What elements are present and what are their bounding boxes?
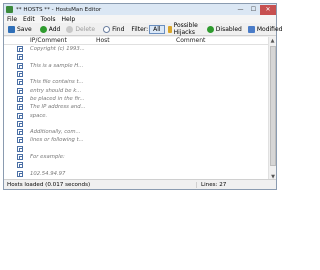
- scrollbar-thumb[interactable]: [270, 46, 276, 166]
- menu-edit[interactable]: Edit: [20, 16, 38, 23]
- magnifier-icon: [103, 25, 111, 33]
- floppy-icon: [8, 25, 15, 33]
- status-line-count: Lines: 27: [196, 181, 276, 188]
- row-checkbox[interactable]: [17, 71, 23, 78]
- row-comment: lines or following t...: [30, 137, 84, 144]
- table-row[interactable]: 102.54.94.97: [4, 169, 270, 177]
- toolbar: Save Add Delete Find Filter: All Possibl…: [4, 22, 282, 36]
- row-comment: This is a sample H...: [30, 62, 84, 69]
- possible-hijacks-label: Possible Hijacks: [173, 22, 198, 36]
- delete-button[interactable]: Delete: [63, 24, 98, 35]
- check-icon: [206, 25, 214, 33]
- save-label: Save: [17, 25, 32, 33]
- menu-help[interactable]: Help: [58, 16, 78, 23]
- possible-hijacks-filter[interactable]: Possible Hijacks: [165, 22, 204, 36]
- row-checkbox[interactable]: [17, 170, 23, 177]
- row-checkbox[interactable]: [17, 129, 23, 136]
- add-button[interactable]: Add: [37, 24, 64, 35]
- row-comment: 102.54.94.97: [30, 170, 66, 177]
- table-row[interactable]: be placed in the fir...: [4, 95, 270, 103]
- scroll-up-icon[interactable]: ▲: [269, 37, 276, 45]
- row-checkbox[interactable]: [17, 54, 23, 61]
- row-comment: This file contains t...: [30, 79, 84, 86]
- disabled-filter[interactable]: Disabled: [204, 24, 245, 35]
- filter-label: Filter:: [131, 25, 149, 33]
- status-load-time: Hosts loaded (0.017 seconds): [7, 181, 91, 188]
- row-checkbox[interactable]: [17, 145, 23, 152]
- vertical-scrollbar[interactable]: ▲ ▼: [268, 37, 276, 181]
- table-row[interactable]: [4, 53, 270, 61]
- modified-label: Modified: [256, 25, 283, 33]
- title-bar[interactable]: ** HOSTS ** - HostsMan Editor — ☐ ✕: [4, 4, 276, 15]
- row-checkbox[interactable]: [17, 137, 23, 144]
- row-checkbox[interactable]: [17, 95, 23, 102]
- row-checkbox[interactable]: [17, 112, 23, 119]
- row-checkbox[interactable]: [17, 87, 23, 94]
- find-label: Find: [112, 25, 125, 33]
- disabled-label: Disabled: [215, 25, 242, 33]
- plus-icon: [39, 25, 47, 33]
- table-row[interactable]: entry should be k...: [4, 86, 270, 94]
- status-bar: Hosts loaded (0.017 seconds) Lines: 27: [4, 179, 276, 189]
- save-button[interactable]: Save: [5, 24, 35, 35]
- add-label: Add: [48, 25, 61, 33]
- column-comment[interactable]: Comment: [176, 37, 270, 44]
- row-comment: be placed in the fir...: [30, 95, 85, 102]
- row-comment: For example:: [30, 154, 65, 160]
- maximize-button[interactable]: ☐: [247, 5, 260, 15]
- menu-bar: File Edit Tools Help: [4, 15, 276, 23]
- hostsman-editor-window: ** HOSTS ** - HostsMan Editor — ☐ ✕ File…: [3, 3, 282, 190]
- app-icon: [6, 6, 13, 13]
- header-spacer: [4, 37, 18, 44]
- row-checkbox[interactable]: [17, 154, 23, 160]
- close-button[interactable]: ✕: [260, 4, 276, 15]
- row-checkbox[interactable]: [17, 62, 23, 69]
- table-row[interactable]: Additionally, com...: [4, 128, 270, 136]
- modified-filter[interactable]: Modified: [245, 24, 286, 35]
- menu-tools[interactable]: Tools: [38, 16, 59, 23]
- column-ip-comment[interactable]: IP/Comment: [18, 37, 96, 44]
- row-comment: entry should be k...: [30, 87, 82, 94]
- table-row[interactable]: The IP address and...: [4, 103, 270, 111]
- menu-file[interactable]: File: [4, 16, 20, 23]
- row-comment: The IP address and...: [30, 104, 86, 111]
- table-row[interactable]: [4, 145, 270, 153]
- table-row[interactable]: lines or following t...: [4, 136, 270, 144]
- window-title: ** HOSTS ** - HostsMan Editor: [16, 6, 102, 13]
- modified-icon: [247, 25, 255, 33]
- warning-icon: [167, 25, 172, 33]
- table-row[interactable]: This is a sample H...: [4, 62, 270, 70]
- row-checkbox[interactable]: [17, 120, 23, 127]
- delete-label: Delete: [75, 25, 96, 33]
- table-row[interactable]: Copyright (c) 1993...: [4, 45, 270, 53]
- hosts-grid[interactable]: Copyright (c) 1993... This is a sample H…: [4, 45, 270, 181]
- row-comment: space.: [30, 112, 48, 119]
- filter-all-button[interactable]: All: [149, 24, 165, 34]
- table-row[interactable]: space.: [4, 111, 270, 119]
- row-checkbox[interactable]: [17, 162, 23, 169]
- row-checkbox[interactable]: [17, 104, 23, 111]
- minimize-button[interactable]: —: [234, 5, 247, 15]
- row-comment: Copyright (c) 1993...: [30, 46, 85, 53]
- delete-icon: [66, 25, 74, 33]
- grid-header: IP/Comment Host Comment: [4, 37, 270, 45]
- table-row[interactable]: [4, 120, 270, 128]
- find-button[interactable]: Find: [100, 24, 127, 35]
- table-row[interactable]: [4, 161, 270, 169]
- table-row[interactable]: For example:: [4, 153, 270, 161]
- row-checkbox[interactable]: [17, 46, 23, 53]
- table-row[interactable]: This file contains t...: [4, 78, 270, 86]
- row-comment: Additionally, com...: [30, 129, 81, 136]
- table-row[interactable]: [4, 70, 270, 78]
- row-checkbox[interactable]: [17, 79, 23, 86]
- column-host[interactable]: Host: [96, 37, 176, 44]
